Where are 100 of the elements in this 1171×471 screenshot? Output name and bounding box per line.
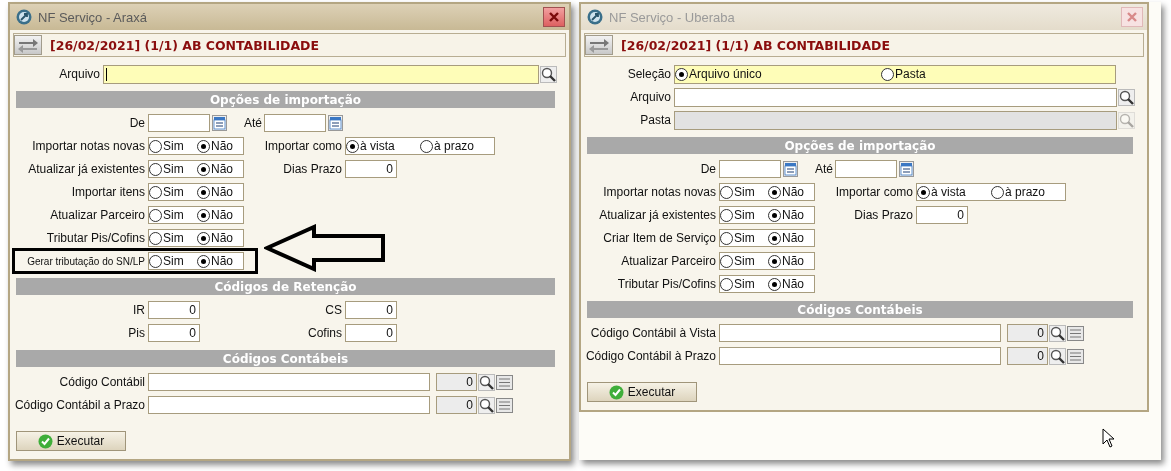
- option-label: Sim: [163, 162, 184, 176]
- radio-button[interactable]: [720, 231, 733, 245]
- execute-button[interactable]: Executar: [587, 382, 697, 402]
- option-label: Sim: [734, 231, 755, 245]
- window-title: NF Serviço - Araxá: [38, 9, 149, 25]
- option-label: Não: [211, 162, 233, 176]
- number-field[interactable]: 0: [345, 160, 397, 178]
- option-label: Arquivo único: [689, 67, 762, 81]
- file-field[interactable]: [103, 64, 539, 84]
- radio-button[interactable]: [768, 254, 781, 268]
- field-label: Importar notas novas: [31, 139, 145, 153]
- list-button[interactable]: [1066, 323, 1084, 343]
- radio-button[interactable]: [768, 277, 781, 291]
- radio-button[interactable]: [420, 139, 433, 153]
- option-label: Sim: [734, 208, 755, 222]
- field-label: Importar como: [834, 185, 913, 199]
- option-label: à prazo: [1005, 185, 1046, 199]
- radio-button[interactable]: [991, 185, 1004, 199]
- radio-button[interactable]: [768, 231, 781, 245]
- section-header: Códigos Contábeis: [587, 301, 1133, 318]
- file-field[interactable]: [674, 87, 1117, 107]
- number-field[interactable]: 0: [916, 206, 968, 224]
- close-button[interactable]: [543, 7, 565, 27]
- date-field[interactable]: [835, 160, 897, 178]
- search-button[interactable]: [1117, 87, 1135, 107]
- option-label: Não: [211, 254, 233, 268]
- field-label: Gerar tributação do SN/LP: [26, 255, 145, 267]
- calendar-button[interactable]: [781, 159, 799, 179]
- radio-button[interactable]: [675, 67, 688, 81]
- section-header: Opções de importação: [16, 91, 555, 108]
- field-label: Dias Prazo: [282, 162, 342, 176]
- radio-button[interactable]: [720, 254, 733, 268]
- radio-button[interactable]: [149, 162, 162, 176]
- option-label: Não: [782, 208, 804, 222]
- number-field[interactable]: 0: [345, 324, 397, 342]
- radio-button[interactable]: [197, 139, 210, 153]
- radio-button[interactable]: [768, 185, 781, 199]
- section-header: Códigos Contábeis: [16, 350, 555, 367]
- swap-button[interactable]: [585, 35, 613, 55]
- code-field[interactable]: 0: [436, 396, 477, 414]
- field-label: Dias Prazo: [853, 208, 913, 222]
- search-button[interactable]: [1048, 323, 1066, 343]
- account-field[interactable]: [148, 373, 430, 391]
- search-button[interactable]: [1048, 346, 1066, 366]
- option-label: Não: [211, 208, 233, 222]
- swap-button[interactable]: [14, 35, 42, 55]
- radio-button[interactable]: [149, 208, 162, 222]
- radio-button[interactable]: [197, 162, 210, 176]
- radio-button[interactable]: [149, 254, 162, 268]
- list-button[interactable]: [1066, 346, 1084, 366]
- account-field[interactable]: [148, 396, 430, 414]
- app-logo-icon: [587, 9, 603, 25]
- search-button[interactable]: [477, 395, 495, 415]
- execute-button[interactable]: Executar: [16, 431, 126, 451]
- option-label: Sim: [734, 277, 755, 291]
- calendar-button[interactable]: [210, 113, 228, 133]
- code-field[interactable]: 0: [1007, 347, 1048, 365]
- list-button[interactable]: [495, 372, 513, 392]
- radio-button[interactable]: [881, 67, 894, 81]
- radio-button[interactable]: [149, 231, 162, 245]
- list-button[interactable]: [495, 395, 513, 415]
- date-field[interactable]: [148, 114, 210, 132]
- field-label: Atualizar já existentes: [598, 208, 716, 222]
- radio-button[interactable]: [917, 185, 930, 199]
- radio-button[interactable]: [197, 185, 210, 199]
- calendar-button[interactable]: [326, 113, 344, 133]
- option-label: Não: [782, 277, 804, 291]
- code-field[interactable]: 0: [1007, 324, 1048, 342]
- section-header: Opções de importação: [587, 137, 1133, 154]
- number-field[interactable]: 0: [148, 324, 200, 342]
- search-button[interactable]: [477, 372, 495, 392]
- swap-arrows-icon: [16, 37, 40, 53]
- radio-button[interactable]: [149, 185, 162, 199]
- field-label: Tributar Pis/Cofins: [616, 277, 716, 291]
- radio-button[interactable]: [149, 139, 162, 153]
- number-field[interactable]: 0: [345, 301, 397, 319]
- field-label: Atualizar já existentes: [27, 162, 145, 176]
- radio-button[interactable]: [720, 277, 733, 291]
- mouse-cursor-icon: [1102, 428, 1116, 448]
- radio-button[interactable]: [720, 208, 733, 222]
- account-field[interactable]: [719, 324, 1001, 342]
- radio-button[interactable]: [720, 185, 733, 199]
- radio-button[interactable]: [768, 208, 781, 222]
- radio-button[interactable]: [197, 254, 210, 268]
- option-label: Sim: [163, 139, 184, 153]
- radio-button[interactable]: [197, 208, 210, 222]
- radio-button[interactable]: [346, 139, 359, 153]
- number-field[interactable]: 0: [148, 301, 200, 319]
- field-label: Tributar Pis/Cofins: [45, 231, 145, 245]
- date-field[interactable]: [719, 160, 781, 178]
- option-label: Não: [211, 231, 233, 245]
- code-field[interactable]: 0: [436, 373, 477, 391]
- option-label: Pasta: [895, 67, 926, 81]
- date-field[interactable]: [264, 114, 326, 132]
- calendar-button[interactable]: [897, 159, 915, 179]
- radio-button[interactable]: [197, 231, 210, 245]
- search-button[interactable]: [539, 64, 557, 84]
- field-label: Arquivo: [629, 90, 671, 104]
- account-field[interactable]: [719, 347, 1001, 365]
- field-label: IR: [132, 303, 145, 317]
